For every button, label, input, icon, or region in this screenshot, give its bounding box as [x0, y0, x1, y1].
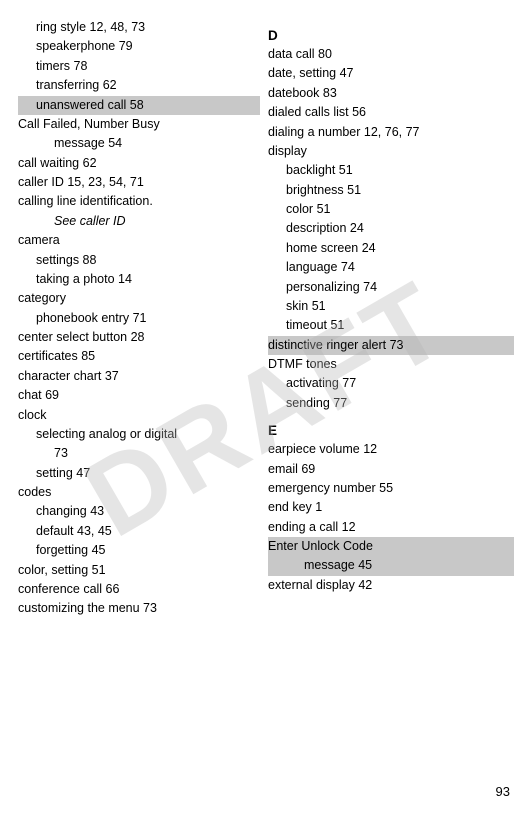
index-entry: description 24 — [268, 219, 514, 238]
page-container: DRAFT ring style 12, 48, 73speakerphone … — [0, 0, 532, 817]
index-entry: dialed calls list 56 — [268, 103, 514, 122]
index-entry: color 51 — [268, 200, 514, 219]
index-entry: language 74 — [268, 258, 514, 277]
index-entry: message 54 — [18, 134, 260, 153]
index-entry: selecting analog or digital — [18, 425, 260, 444]
index-entry: ending a call 12 — [268, 518, 514, 537]
right-column: Ddata call 80date, setting 47datebook 83… — [268, 18, 514, 619]
index-content: ring style 12, 48, 73speakerphone 79time… — [18, 18, 514, 619]
index-entry: conference call 66 — [18, 580, 260, 599]
index-entry: personalizing 74 — [268, 278, 514, 297]
index-entry: clock — [18, 406, 260, 425]
index-entry: color, setting 51 — [18, 561, 260, 580]
index-entry: calling line identification. — [18, 192, 260, 211]
index-entry: forgetting 45 — [18, 541, 260, 560]
index-entry: phonebook entry 71 — [18, 309, 260, 328]
index-entry: taking a photo 14 — [18, 270, 260, 289]
index-entry: changing 43 — [18, 502, 260, 521]
index-entry: codes — [18, 483, 260, 502]
index-entry: call waiting 62 — [18, 154, 260, 173]
index-entry: end key 1 — [268, 498, 514, 517]
index-entry: center select button 28 — [18, 328, 260, 347]
index-entry: 73 — [18, 444, 260, 463]
index-entry: certificates 85 — [18, 347, 260, 366]
index-entry: default 43, 45 — [18, 522, 260, 541]
index-entry: email 69 — [268, 460, 514, 479]
index-entry: See caller ID — [18, 212, 260, 231]
index-entry: Call Failed, Number Busy — [18, 115, 260, 134]
index-entry: brightness 51 — [268, 181, 514, 200]
index-entry: transferring 62 — [18, 76, 260, 95]
index-entry: character chart 37 — [18, 367, 260, 386]
section-letter: E — [268, 423, 514, 438]
index-entry: data call 80 — [268, 45, 514, 64]
page-number: 93 — [496, 784, 510, 799]
index-entry: datebook 83 — [268, 84, 514, 103]
index-entry: date, setting 47 — [268, 64, 514, 83]
index-entry: backlight 51 — [268, 161, 514, 180]
index-entry: sending 77 — [268, 394, 514, 413]
index-entry: camera — [18, 231, 260, 250]
index-entry: ring style 12, 48, 73 — [18, 18, 260, 37]
index-entry: display — [268, 142, 514, 161]
index-entry: timeout 51 — [268, 316, 514, 335]
index-entry: customizing the menu 73 — [18, 599, 260, 618]
index-entry: home screen 24 — [268, 239, 514, 258]
index-entry: timers 78 — [18, 57, 260, 76]
index-entry: distinctive ringer alert 73 — [268, 336, 514, 355]
left-column: ring style 12, 48, 73speakerphone 79time… — [18, 18, 268, 619]
index-entry: external display 42 — [268, 576, 514, 595]
index-entry: category — [18, 289, 260, 308]
section-letter: D — [268, 28, 514, 43]
index-entry: earpiece volume 12 — [268, 440, 514, 459]
index-entry: caller ID 15, 23, 54, 71 — [18, 173, 260, 192]
index-entry: emergency number 55 — [268, 479, 514, 498]
index-entry: speakerphone 79 — [18, 37, 260, 56]
index-entry: setting 47 — [18, 464, 260, 483]
index-entry: DTMF tones — [268, 355, 514, 374]
index-entry: dialing a number 12, 76, 77 — [268, 123, 514, 142]
index-entry: message 45 — [268, 556, 514, 575]
index-entry: Enter Unlock Code — [268, 537, 514, 556]
index-entry: skin 51 — [268, 297, 514, 316]
index-entry: chat 69 — [18, 386, 260, 405]
index-entry: activating 77 — [268, 374, 514, 393]
index-entry: settings 88 — [18, 251, 260, 270]
index-entry: unanswered call 58 — [18, 96, 260, 115]
